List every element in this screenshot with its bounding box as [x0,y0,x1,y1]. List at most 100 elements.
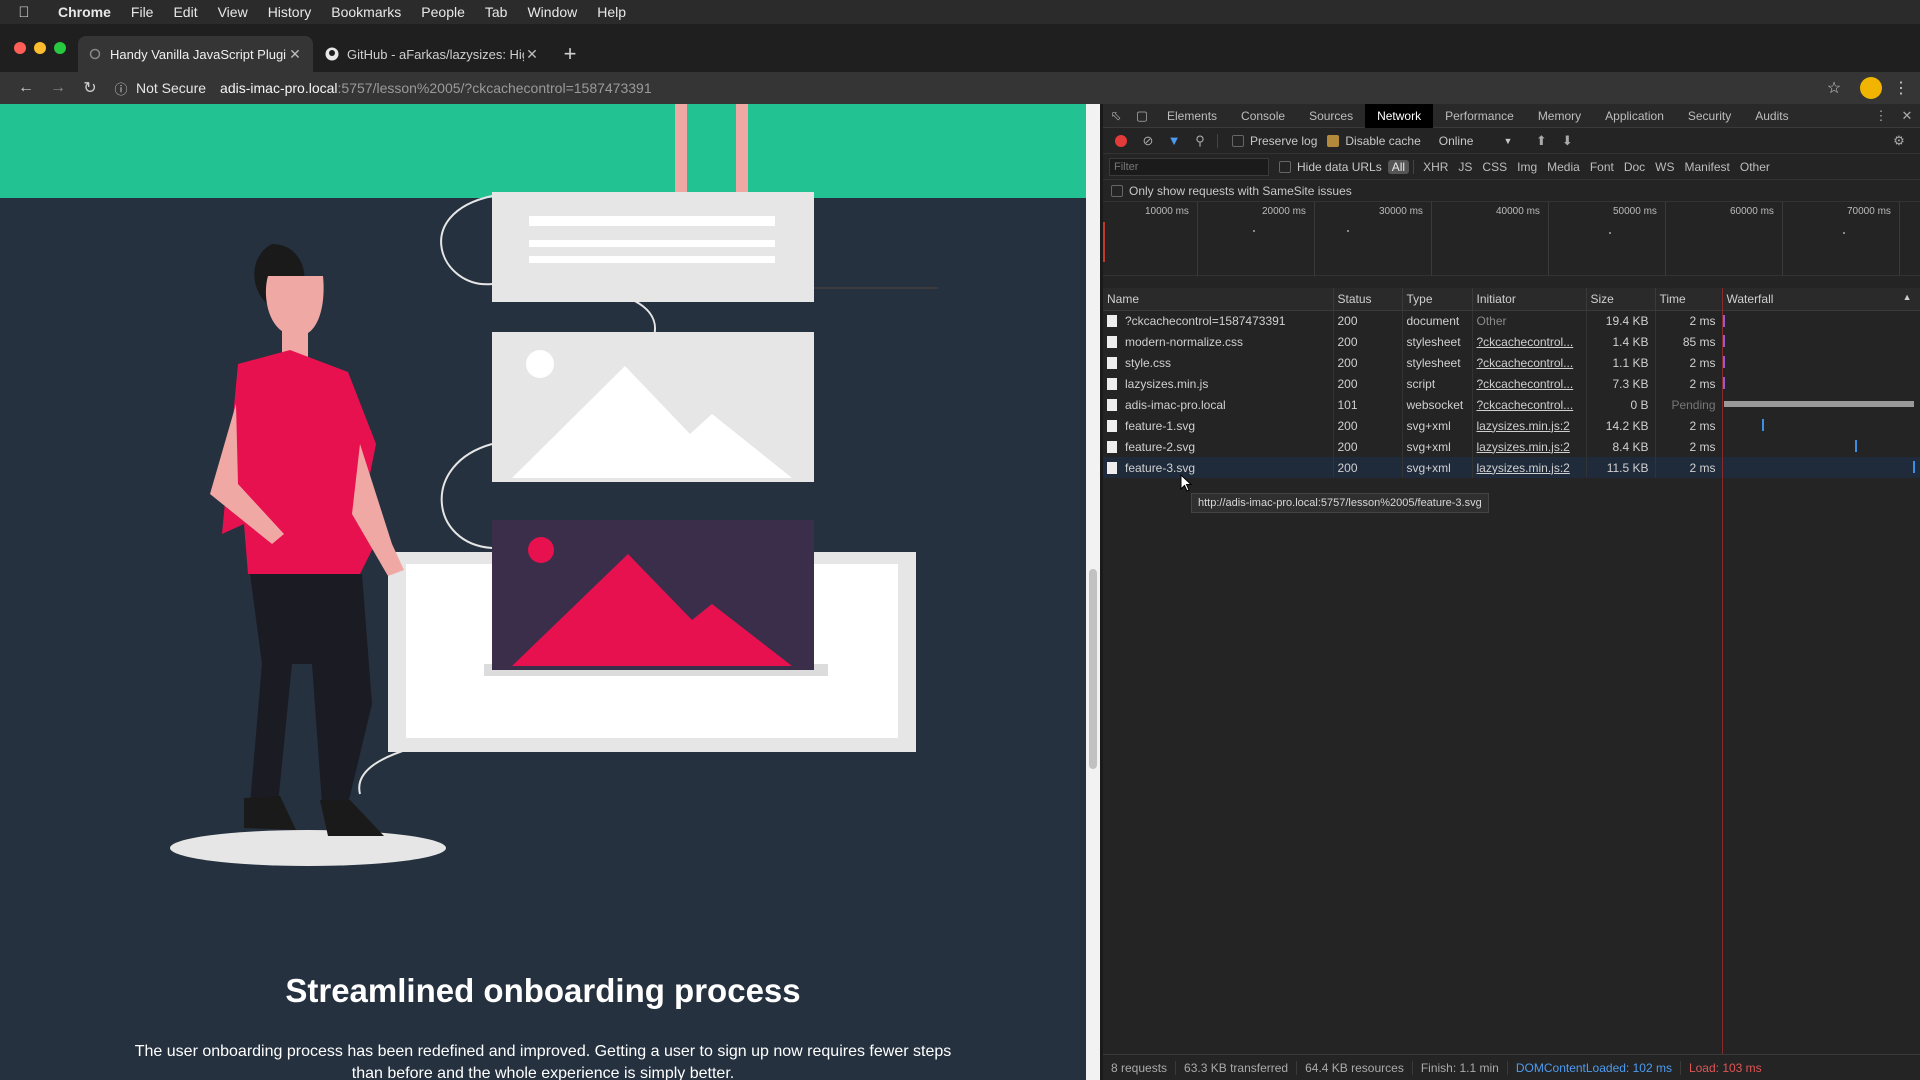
bookmark-star-icon[interactable]: ☆ [1818,78,1850,98]
filter-type-font[interactable]: Font [1585,160,1619,174]
request-name[interactable]: feature-3.svg [1103,457,1334,478]
apple-icon[interactable]:  [0,4,48,21]
request-name[interactable]: modern-normalize.css [1103,331,1334,352]
close-tab-icon[interactable]: ✕ [287,46,303,63]
table-row[interactable]: feature-2.svg 200 svg+xml lazysizes.min.js:… [1103,436,1920,457]
initiator-link[interactable]: ?ckcachecontrol... [1477,356,1574,370]
tab-application[interactable]: Application [1593,104,1676,128]
filter-type-ws[interactable]: WS [1650,160,1679,174]
filter-icon[interactable]: ▼ [1161,133,1187,148]
initiator-link[interactable]: ?ckcachecontrol... [1477,377,1574,391]
filter-type-all[interactable]: All [1387,159,1410,174]
table-row[interactable]: feature-3.svg 200 svg+xml lazysizes.min.js:… [1103,457,1920,478]
close-tab-icon[interactable]: ✕ [524,46,540,63]
overview-tick-label: 50000 ms [1613,206,1657,217]
menu-edit[interactable]: Edit [163,4,207,20]
request-name[interactable]: adis-imac-pro.local [1103,394,1334,415]
zoom-window-button[interactable] [54,42,66,54]
request-name[interactable]: style.css [1103,352,1334,373]
table-row[interactable]: lazysizes.min.js 200 script ?ckcachecontrol… [1103,373,1920,394]
samesite-checkbox[interactable] [1111,184,1123,197]
tab-sources[interactable]: Sources [1297,104,1365,128]
filter-input[interactable]: Filter [1109,157,1269,176]
throttling-select[interactable]: Online [1439,134,1474,148]
device-toolbar-icon[interactable]: ▢ [1129,108,1155,124]
column-initiator[interactable]: Initiator [1472,288,1587,311]
column-waterfall[interactable]: Waterfall ▲ [1722,288,1920,311]
menu-tab[interactable]: Tab [475,4,518,20]
filter-type-doc[interactable]: Doc [1619,160,1650,174]
hide-data-urls-checkbox[interactable] [1279,160,1291,173]
chevron-down-icon[interactable]: ▼ [1503,136,1512,146]
column-type[interactable]: Type [1402,288,1473,311]
inspect-element-icon[interactable]: ⬁ [1103,108,1129,124]
initiator-link[interactable]: ?ckcachecontrol... [1477,335,1574,349]
record-icon[interactable] [1115,134,1127,147]
request-name[interactable]: feature-2.svg [1103,436,1334,457]
initiator-link[interactable]: ?ckcachecontrol... [1477,398,1574,412]
network-overview[interactable]: 10000 ms 20000 ms 30000 ms 40000 ms 50000 ms… [1103,202,1920,276]
filter-type-css[interactable]: CSS [1477,160,1512,174]
reload-icon[interactable]: ↻ [74,78,106,98]
column-name[interactable]: Name [1103,288,1334,311]
page-scrollbar-thumb[interactable] [1089,569,1097,769]
tab-memory[interactable]: Memory [1526,104,1593,128]
tab-handy-vanilla[interactable]: Handy Vanilla JavaScript Plugins ✕ [78,36,313,72]
tab-performance[interactable]: Performance [1433,104,1526,128]
initiator-link[interactable]: lazysizes.min.js:2 [1477,461,1570,475]
menu-people[interactable]: People [411,4,475,20]
devtools-menu-icon[interactable]: ⋮ [1868,108,1894,124]
table-row[interactable]: ?ckcachecontrol=1587473391 200 document Oth… [1103,310,1920,331]
import-har-icon[interactable]: ⬆ [1528,133,1554,149]
request-name[interactable]: feature-1.svg [1103,415,1334,436]
filter-type-xhr[interactable]: XHR [1418,160,1453,174]
table-row[interactable]: feature-1.svg 200 svg+xml lazysizes.min.js:… [1103,415,1920,436]
column-size[interactable]: Size [1586,288,1656,311]
preserve-log-checkbox[interactable] [1232,134,1244,147]
initiator-link[interactable]: lazysizes.min.js:2 [1477,440,1570,454]
request-type: stylesheet [1402,331,1473,352]
export-har-icon[interactable]: ⬇ [1554,133,1580,149]
back-arrow-icon[interactable]: ← [10,79,42,97]
tab-security[interactable]: Security [1676,104,1743,128]
minimize-window-button[interactable] [34,42,46,54]
search-icon[interactable]: ⚲ [1187,133,1213,149]
filter-type-js[interactable]: JS [1453,160,1477,174]
tab-console[interactable]: Console [1229,104,1297,128]
address-bar[interactable]: ⓘ Not Secure adis-imac-pro.local :5757/l… [110,74,1818,102]
menu-view[interactable]: View [208,4,258,20]
close-window-button[interactable] [14,42,26,54]
page-scrollbar[interactable] [1086,104,1100,1080]
column-status[interactable]: Status [1333,288,1403,311]
table-row[interactable]: adis-imac-pro.local 101 websocket ?ckcachec… [1103,394,1920,415]
tab-network[interactable]: Network [1365,103,1434,128]
new-tab-button[interactable]: + [552,36,588,72]
request-name[interactable]: lazysizes.min.js [1103,373,1334,394]
menu-history[interactable]: History [258,4,322,20]
initiator-link[interactable]: lazysizes.min.js:2 [1477,419,1570,433]
column-time[interactable]: Time [1655,288,1723,311]
menu-bookmarks[interactable]: Bookmarks [321,4,411,20]
disable-cache-checkbox[interactable] [1327,134,1340,147]
tab-github[interactable]: GitHub - aFarkas/lazysizes: High ✕ [315,36,550,72]
close-devtools-icon[interactable]: ✕ [1894,108,1920,124]
profile-avatar[interactable] [1860,77,1882,99]
chrome-menu-icon[interactable]: ⋮ [1892,78,1910,98]
filter-type-img[interactable]: Img [1512,160,1542,174]
request-name[interactable]: ?ckcachecontrol=1587473391 [1103,310,1334,331]
forward-arrow-icon[interactable]: → [42,79,74,97]
menu-window[interactable]: Window [517,4,587,20]
menu-file[interactable]: File [121,4,164,20]
table-row[interactable]: style.css 200 stylesheet ?ckcachecontrol...… [1103,352,1920,373]
tab-elements[interactable]: Elements [1155,104,1229,128]
info-icon[interactable]: ⓘ [110,79,132,98]
menu-app-name[interactable]: Chrome [48,4,121,20]
filter-type-manifest[interactable]: Manifest [1680,160,1735,174]
filter-type-other[interactable]: Other [1735,160,1775,174]
menu-help[interactable]: Help [587,4,636,20]
table-row[interactable]: modern-normalize.css 200 stylesheet ?ckcach… [1103,331,1920,352]
tab-audits[interactable]: Audits [1743,104,1800,128]
clear-icon[interactable]: ⊘ [1135,133,1161,149]
settings-gear-icon[interactable]: ⚙ [1886,133,1912,149]
filter-type-media[interactable]: Media [1542,160,1585,174]
